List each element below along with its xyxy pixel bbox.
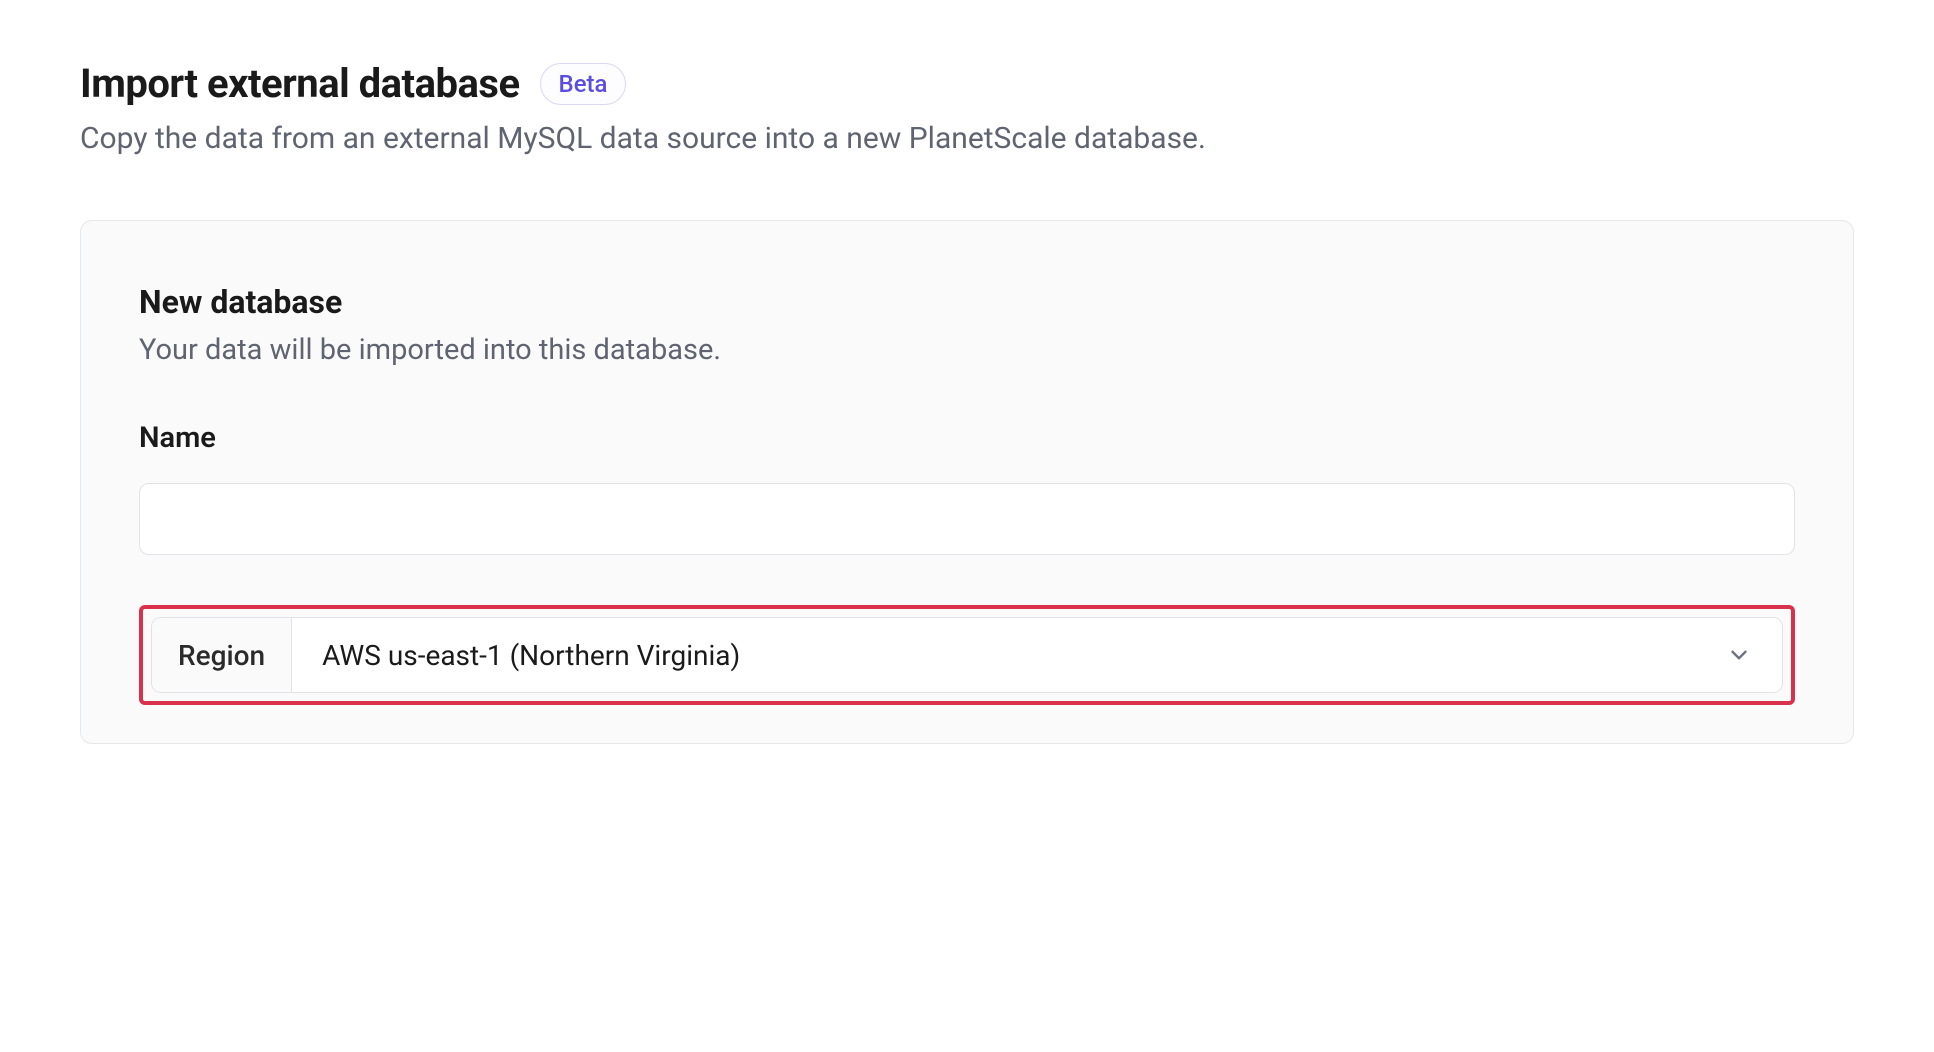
page-title: Import external database [80,60,520,107]
beta-badge: Beta [540,63,627,105]
section-subtitle: Your data will be imported into this dat… [139,333,1795,367]
new-database-card: New database Your data will be imported … [80,220,1854,744]
region-value: AWS us-east-1 (Northern Virginia) [322,639,740,672]
section-title: New database [139,283,1795,321]
page-subtitle: Copy the data from an external MySQL dat… [80,121,1854,156]
region-label: Region [152,618,292,692]
name-input[interactable] [139,483,1795,555]
chevron-down-icon [1726,642,1752,668]
region-select[interactable]: AWS us-east-1 (Northern Virginia) [292,618,1782,692]
region-highlight: Region AWS us-east-1 (Northern Virginia) [139,605,1795,705]
name-label: Name [139,421,1795,455]
